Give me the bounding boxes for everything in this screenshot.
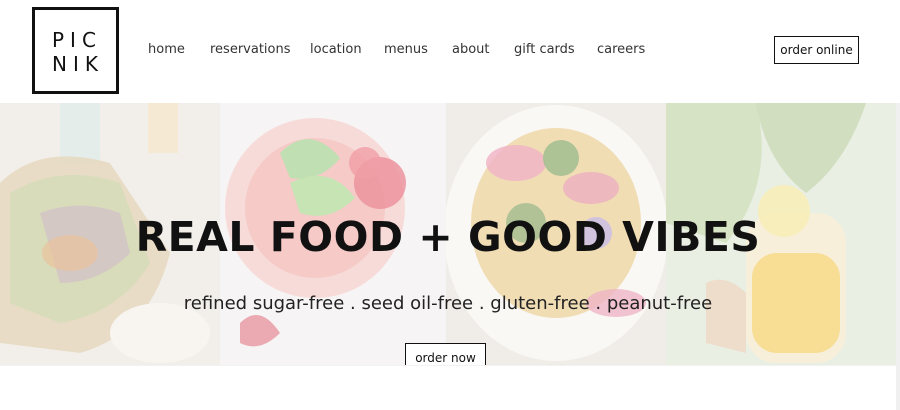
order-now-button[interactable]: order now <box>405 343 486 365</box>
order-online-button[interactable]: order online <box>774 36 859 64</box>
nav-item-careers[interactable]: careers <box>597 42 645 57</box>
logo-text-line-1: PIC <box>52 28 102 52</box>
nav-item-about[interactable]: about <box>452 42 490 57</box>
below-fold-section <box>0 365 896 410</box>
nav-item-location[interactable]: location <box>310 42 362 57</box>
hero-subline: refined sugar-free . seed oil-free . glu… <box>183 293 713 314</box>
nav-item-gift-cards[interactable]: gift cards <box>514 42 575 57</box>
logo-text-line-2: NIK <box>52 52 104 76</box>
hero-headline: REAL FOOD + GOOD VIBES <box>135 213 761 261</box>
picnik-logo[interactable]: PIC NIK <box>32 7 119 94</box>
scrollbar-track[interactable] <box>896 103 900 410</box>
nav-item-reservations[interactable]: reservations <box>210 42 291 57</box>
nav-item-menus[interactable]: menus <box>384 42 428 57</box>
hero-banner: REAL FOOD + GOOD VIBES refined sugar-fre… <box>0 103 896 365</box>
site-header: PIC NIK home reservations location menus… <box>0 0 900 103</box>
nav-item-home[interactable]: home <box>148 42 185 57</box>
